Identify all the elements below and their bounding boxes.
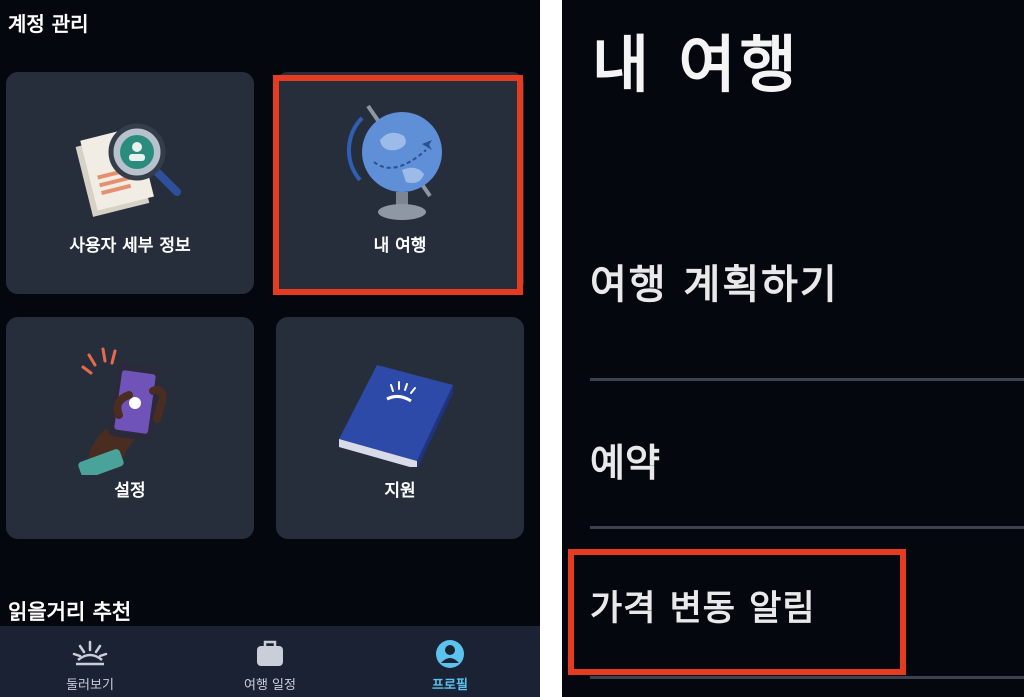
tab-explore[interactable]: 둘러보기 — [0, 626, 180, 697]
account-screen: 계정 관리 사용자 세부 정보 내 여행 설정 지원 읽을거리 추천 둘러보기 … — [0, 0, 540, 697]
support-label: 지원 — [384, 481, 416, 501]
book-icon — [339, 365, 453, 467]
phone-in-hand-icon — [78, 347, 168, 475]
menu-item-bookings[interactable]: 예약 — [590, 432, 660, 487]
user-details-card[interactable]: 사용자 세부 정보 — [6, 72, 254, 294]
support-card[interactable]: 지원 — [276, 317, 524, 539]
recommended-reading-title: 읽을거리 추천 — [8, 600, 132, 624]
profile-icon — [436, 640, 464, 668]
settings-card[interactable]: 설정 — [6, 317, 254, 539]
tab-explore-label: 둘러보기 — [66, 678, 114, 693]
page-title: 내 여행 — [592, 28, 801, 101]
divider — [590, 526, 1024, 529]
bottom-tab-bar: 둘러보기 여행 일정 프로필 — [0, 626, 540, 697]
suitcase-icon — [257, 640, 283, 666]
account-management-title: 계정 관리 — [8, 12, 89, 36]
sunrise-icon — [72, 640, 108, 666]
my-trips-card[interactable]: 내 여행 — [276, 72, 524, 294]
tab-itinerary[interactable]: 여행 일정 — [180, 626, 360, 697]
divider — [590, 378, 1024, 381]
my-trips-screen: 내 여행 여행 계획하기 예약 가격 변동 알림 — [562, 0, 1024, 697]
menu-item-plan-trip[interactable]: 여행 계획하기 — [590, 252, 839, 310]
magnifier-document-icon — [75, 123, 181, 217]
settings-label: 설정 — [114, 481, 146, 501]
menu-item-price-alerts[interactable]: 가격 변동 알림 — [590, 580, 816, 631]
tab-itinerary-label: 여행 일정 — [244, 678, 296, 693]
tab-profile-label: 프로필 — [432, 678, 468, 693]
user-details-label: 사용자 세부 정보 — [69, 236, 191, 256]
my-trips-label: 내 여행 — [373, 236, 427, 256]
tab-profile[interactable]: 프로필 — [360, 626, 540, 697]
divider — [590, 676, 1024, 679]
globe-icon — [346, 104, 442, 220]
